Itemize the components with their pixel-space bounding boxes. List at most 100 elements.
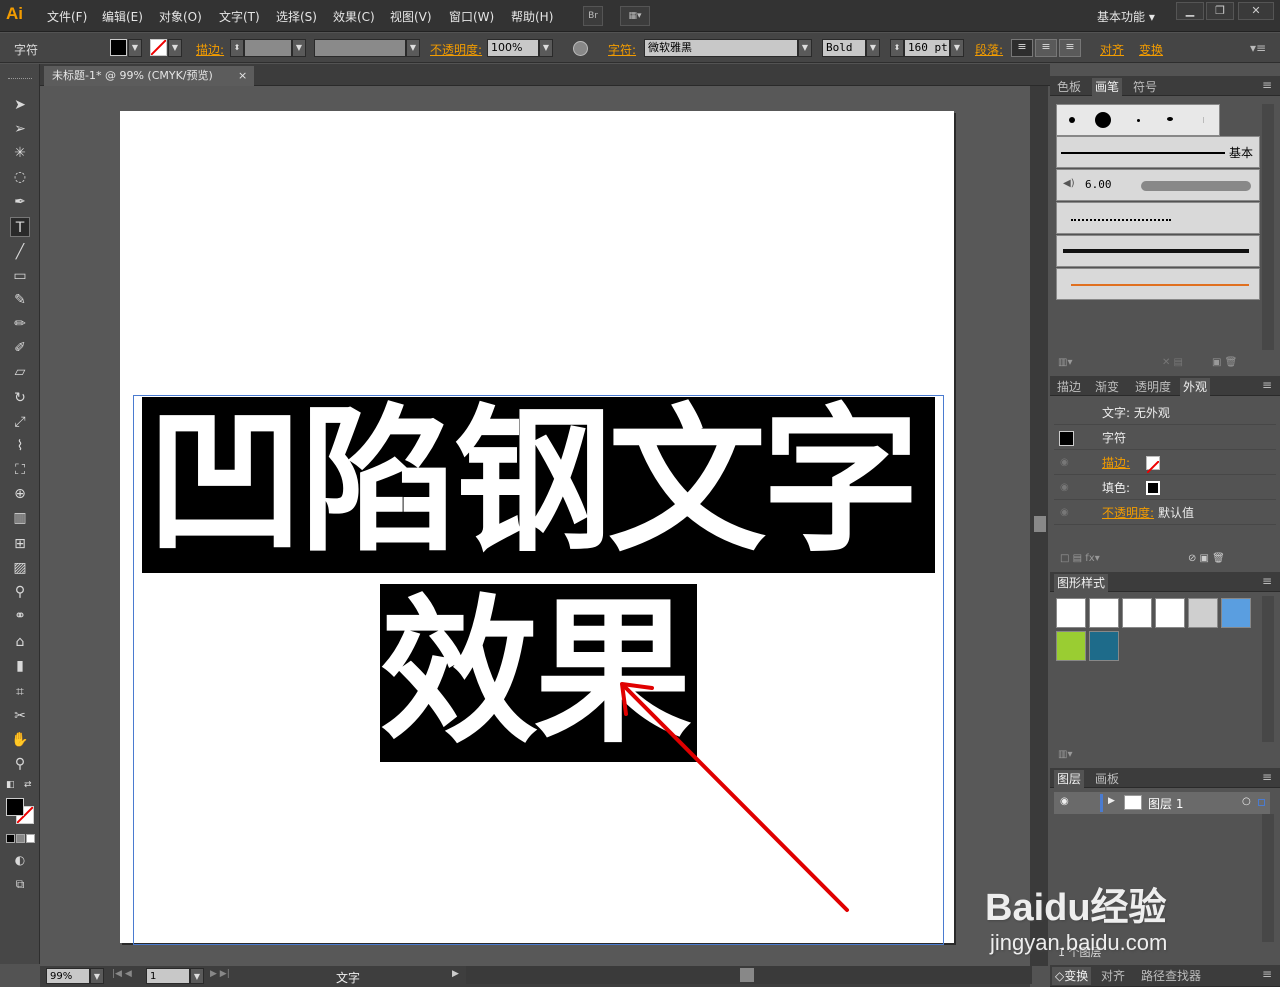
layers-panel-menu-icon[interactable]: ≡: [1262, 770, 1272, 784]
layer-eye-icon[interactable]: ◉: [1060, 796, 1069, 807]
font-size-input[interactable]: 160 pt: [904, 39, 950, 57]
graphic-style-libraries-icon[interactable]: ▥▾: [1058, 749, 1072, 760]
tab-brushes[interactable]: 画笔: [1092, 78, 1123, 96]
font-style-dropdown-icon[interactable]: ▼: [866, 39, 880, 57]
direct-selection-tool-icon[interactable]: ➢: [10, 119, 30, 139]
hand-tool-icon[interactable]: ✋: [10, 730, 30, 750]
document-close-icon[interactable]: ×: [238, 66, 247, 86]
align-left-icon[interactable]: ≡: [1011, 39, 1033, 57]
tab-gradient[interactable]: 渐变: [1092, 378, 1122, 396]
brush-calligraphic[interactable]: [1167, 117, 1173, 121]
brushes-scrollbar[interactable]: [1262, 104, 1274, 350]
default-colors-icon[interactable]: ◧: [6, 780, 16, 790]
graphic-style-default[interactable]: [1056, 598, 1086, 628]
stroke-label[interactable]: 描边:: [196, 41, 224, 58]
zoom-input[interactable]: 99%: [46, 968, 90, 984]
line-tool-icon[interactable]: ╱: [10, 242, 30, 262]
fill-black-icon[interactable]: [1146, 481, 1160, 495]
stroke-dropdown-icon[interactable]: ▼: [168, 39, 182, 57]
vertical-scrollbar[interactable]: [1030, 86, 1048, 966]
fill-dropdown-icon[interactable]: ▼: [128, 39, 142, 57]
tab-artboards[interactable]: 画板: [1092, 770, 1122, 788]
stroke-none-swatch[interactable]: [150, 39, 167, 56]
bottom-panel-menu-icon[interactable]: ≡: [1262, 967, 1272, 981]
appearance-opacity-label[interactable]: 不透明度:: [1102, 501, 1154, 525]
gradient-mode-icon[interactable]: [16, 834, 25, 843]
menu-object[interactable]: 对象(O): [159, 8, 202, 25]
visibility-eye-icon[interactable]: ◉: [1060, 451, 1069, 475]
tab-layers[interactable]: 图层: [1054, 770, 1085, 788]
remove-stroke-icon[interactable]: ✕ ▤: [1162, 357, 1183, 368]
variable-width-dropdown[interactable]: [314, 39, 406, 57]
swap-colors-icon[interactable]: ⇄: [24, 780, 34, 790]
stroke-weight-dropdown-icon[interactable]: ▼: [292, 39, 306, 57]
rotate-tool-icon[interactable]: ↻: [10, 388, 30, 408]
zoom-dropdown-icon[interactable]: ▼: [90, 968, 104, 984]
font-size-stepper[interactable]: ⬍: [890, 39, 904, 57]
tab-transparency[interactable]: 透明度: [1132, 378, 1174, 396]
eraser-tool-icon[interactable]: ▱: [10, 362, 30, 382]
tab-symbols[interactable]: 符号: [1130, 78, 1160, 96]
graphic-style-soft[interactable]: [1188, 598, 1218, 628]
brush-border-row[interactable]: [1056, 268, 1260, 300]
new-brush-icon[interactable]: ▣ 🗑: [1212, 357, 1237, 368]
layer-name[interactable]: 图层 1: [1148, 795, 1183, 812]
menu-view[interactable]: 视图(V): [390, 8, 432, 25]
graphic-styles-panel-menu-icon[interactable]: ≡: [1262, 574, 1272, 588]
appearance-stroke-label[interactable]: 描边:: [1102, 451, 1130, 475]
gradient-tool-icon[interactable]: ▨: [10, 558, 30, 578]
blob-brush-tool-icon[interactable]: ✐: [10, 338, 30, 358]
pen-tool-icon[interactable]: ✒: [10, 192, 30, 212]
selection-tool-icon[interactable]: ➤: [10, 95, 30, 115]
control-menu-icon[interactable]: ▾≡: [1250, 41, 1266, 55]
brush-scatter-row[interactable]: [1056, 235, 1260, 267]
appearance-stroke-row[interactable]: ◉ 描边:: [1054, 451, 1276, 475]
font-family-dropdown-icon[interactable]: ▼: [798, 39, 812, 57]
layer-selection-indicator[interactable]: [1258, 799, 1265, 806]
paragraph-label[interactable]: 段落:: [975, 41, 1003, 58]
artboard-dropdown-icon[interactable]: ▼: [190, 968, 204, 984]
align-right-icon[interactable]: ≡: [1059, 39, 1081, 57]
artboard-number-input[interactable]: 1: [146, 968, 190, 984]
font-family-input[interactable]: 微软雅黑: [644, 39, 798, 57]
recolor-icon[interactable]: [573, 41, 588, 56]
opacity-dropdown-icon[interactable]: ▼: [539, 39, 553, 57]
graphic-style-shadow[interactable]: [1155, 598, 1185, 628]
clear-appearance-icon[interactable]: ⊘ ▣ 🗑: [1188, 553, 1225, 564]
pencil-tool-icon[interactable]: ✏: [10, 314, 30, 334]
brush-dot-small[interactable]: [1069, 117, 1075, 123]
stroke-weight-input[interactable]: [244, 39, 292, 57]
horizontal-scroll-thumb[interactable]: [740, 968, 754, 982]
menu-help[interactable]: 帮助(H): [511, 8, 553, 25]
scale-tool-icon[interactable]: ⤢: [10, 412, 30, 432]
graphic-styles-scrollbar[interactable]: [1262, 596, 1274, 742]
variable-width-arrow-icon[interactable]: ▼: [406, 39, 420, 57]
fill-swatch[interactable]: [110, 39, 127, 56]
perspective-grid-tool-icon[interactable]: ▥: [10, 508, 30, 528]
column-graph-tool-icon[interactable]: ▮: [10, 656, 30, 676]
brush-artistic-row[interactable]: ◀) 6.00: [1056, 169, 1260, 201]
draw-mode-icon[interactable]: ◐: [10, 850, 30, 870]
visibility-eye-icon[interactable]: ◉: [1060, 476, 1069, 500]
tab-graphic-styles[interactable]: 图形样式: [1054, 574, 1109, 592]
transform-panel-link[interactable]: 变换: [1139, 41, 1163, 58]
mesh-tool-icon[interactable]: ⊞: [10, 534, 30, 554]
fill-color-well[interactable]: [6, 798, 24, 816]
align-center-icon[interactable]: ≡: [1035, 39, 1057, 57]
layer-row[interactable]: ◉ ▶ 图层 1 ○: [1054, 792, 1270, 814]
tab-stroke[interactable]: 描边: [1054, 378, 1084, 396]
graphic-style-no-stroke[interactable]: [1089, 598, 1119, 628]
artboard-tool-icon[interactable]: ⌗: [10, 682, 30, 702]
appearance-fill-row[interactable]: ◉ 填色:: [1054, 476, 1276, 500]
document-tab[interactable]: 未标题-1* @ 99% (CMYK/预览) ×: [44, 66, 254, 86]
font-size-dropdown-icon[interactable]: ▼: [950, 39, 964, 57]
menu-edit[interactable]: 编辑(E): [102, 8, 143, 25]
stroke-none-icon[interactable]: [1146, 456, 1160, 474]
slice-tool-icon[interactable]: ✂: [10, 706, 30, 726]
graphic-style-yellow-green[interactable]: [1056, 631, 1086, 661]
brushes-panel-menu-icon[interactable]: ≡: [1262, 78, 1272, 92]
status-menu-icon[interactable]: ▶: [452, 969, 459, 979]
blend-tool-icon[interactable]: ⚭: [10, 606, 30, 626]
symbol-sprayer-tool-icon[interactable]: ⌂: [10, 632, 30, 652]
graphic-style-blue[interactable]: [1221, 598, 1251, 628]
